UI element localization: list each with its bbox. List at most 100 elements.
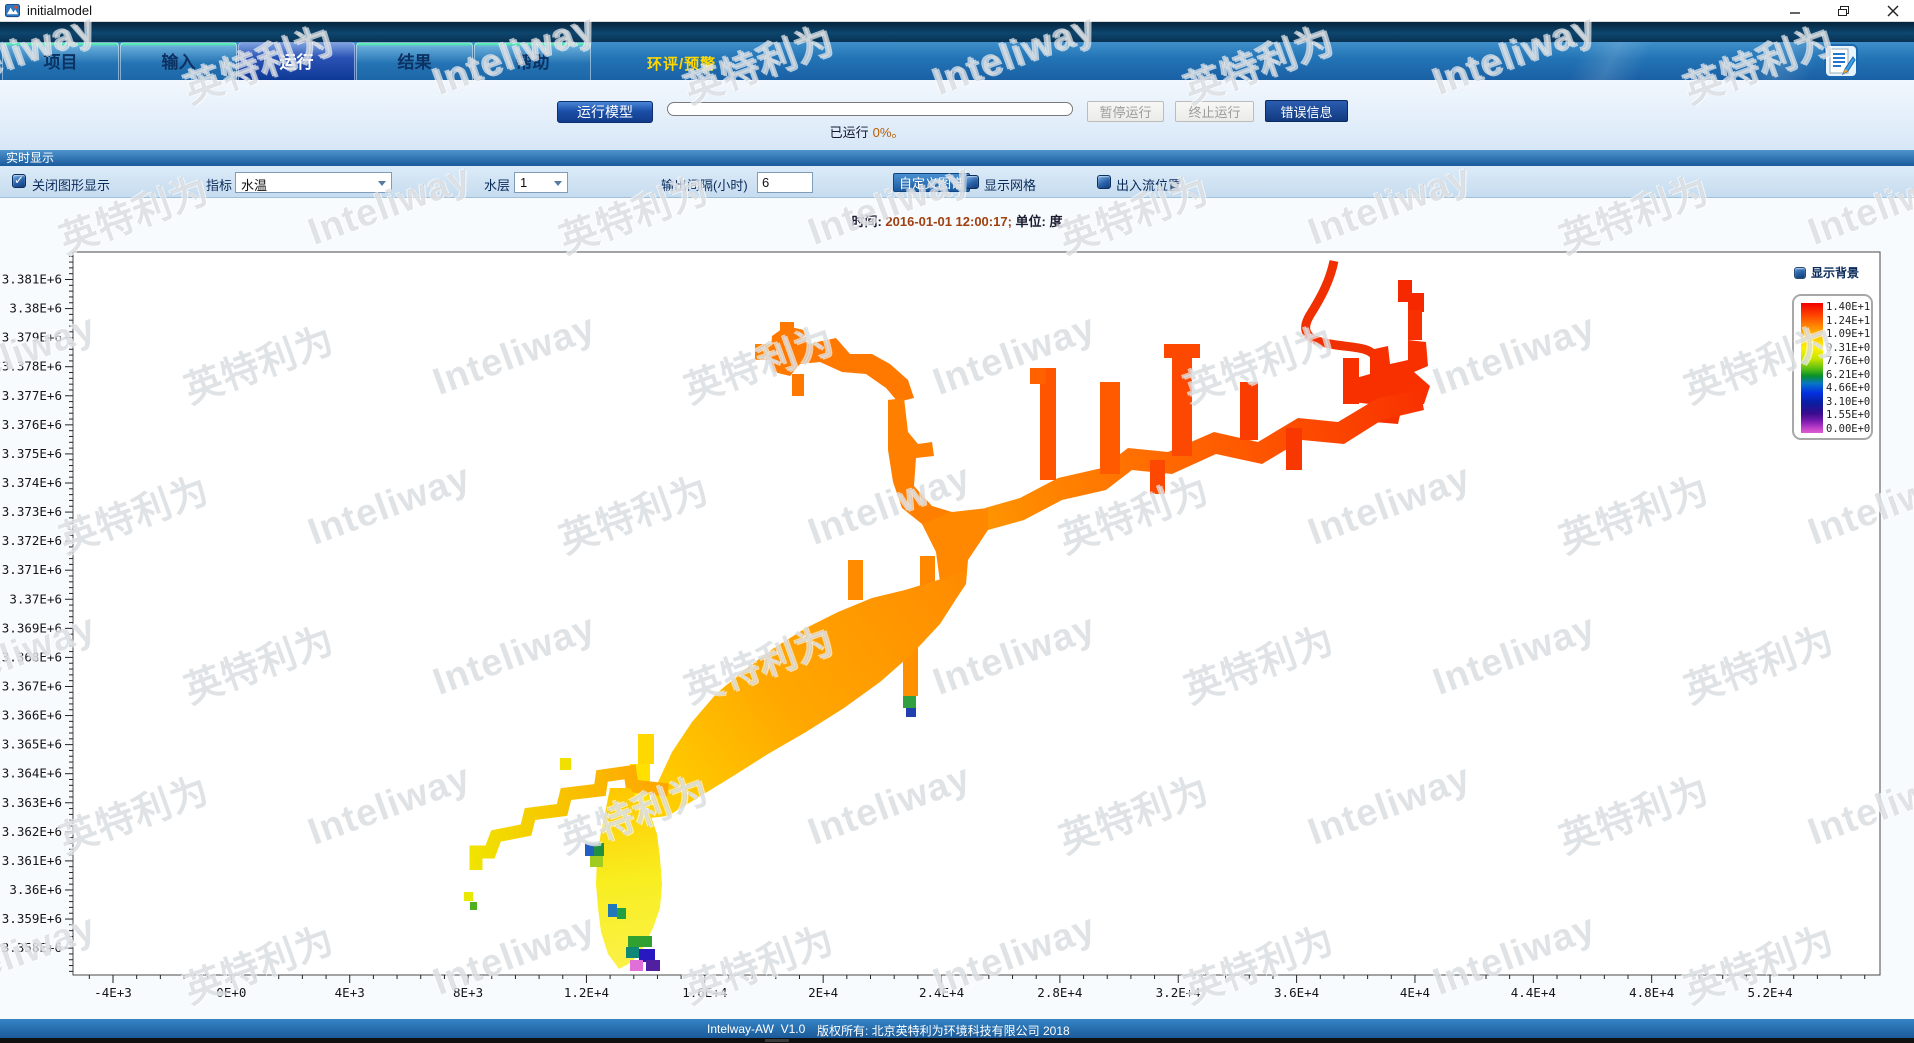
- plot-area: [73, 252, 1880, 975]
- map-region: [1408, 310, 1422, 340]
- map-region: [1164, 344, 1200, 358]
- temperature-map-plot: -4E+30E+04E+38E+31.2E+41.6E+42E+42.4E+42…: [0, 198, 1914, 1019]
- map-region: [646, 960, 660, 971]
- indicator-select[interactable]: 水温: [235, 172, 392, 193]
- legend-value-list: 1.40E+11.24E+11.09E+19.31E+07.76E+06.21E…: [1826, 301, 1874, 436]
- legend-value: 3.10E+0: [1826, 396, 1874, 410]
- restore-icon: [1837, 5, 1850, 17]
- run-status-text: 已运行 0%。: [760, 122, 974, 141]
- y-tick-label: 3.378E+6: [2, 359, 62, 374]
- chevron-down-icon: [554, 181, 562, 186]
- x-tick-label: 2.8E+4: [1037, 985, 1082, 1000]
- close-graphics-checkbox[interactable]: [12, 174, 26, 188]
- y-tick-label: 3.368E+6: [2, 649, 62, 664]
- realtime-display-header: 实时显示: [0, 150, 1914, 166]
- map-region: [630, 960, 643, 971]
- minimize-icon: [1789, 5, 1801, 17]
- legend-value: 4.66E+0: [1826, 382, 1874, 396]
- y-tick-label: 3.366E+6: [2, 708, 62, 723]
- menu-tab[interactable]: 结果: [356, 42, 473, 80]
- y-tick-label: 3.374E+6: [2, 475, 62, 490]
- stop-run-button[interactable]: 终止运行: [1175, 101, 1254, 122]
- inout-flow-checkbox[interactable]: [1097, 175, 1111, 189]
- x-tick-label: 8E+3: [453, 985, 483, 1000]
- map-region: [1286, 428, 1302, 470]
- y-tick-label: 3.363E+6: [2, 795, 62, 810]
- y-tick-label: 3.361E+6: [2, 853, 62, 868]
- run-model-button[interactable]: 运行模型: [557, 101, 653, 123]
- show-background-checkbox[interactable]: [1794, 267, 1806, 279]
- map-region: [590, 856, 603, 867]
- restore-button[interactable]: [1826, 0, 1860, 21]
- error-info-button[interactable]: 错误信息: [1265, 100, 1348, 122]
- ribbon-top-strip: [0, 22, 1914, 42]
- close-icon: [1887, 5, 1899, 17]
- y-tick-label: 3.38E+6: [9, 301, 62, 316]
- map-region: [1240, 382, 1258, 440]
- menu-tab[interactable]: 项目: [2, 42, 119, 80]
- map-region: [617, 908, 626, 919]
- x-tick-label: 2.4E+4: [919, 985, 964, 1000]
- x-tick-label: 3.2E+4: [1156, 985, 1201, 1000]
- run-status-percent: 0%。: [873, 125, 905, 140]
- legend-value: 1.40E+1: [1826, 301, 1874, 315]
- chart-content: 时间: 2016-01-01 12:00:17; 单位: 度 -4E+30E+0…: [0, 198, 1914, 1019]
- map-region: [594, 843, 604, 856]
- y-tick-label: 3.367E+6: [2, 678, 62, 693]
- menu-tab[interactable]: 输入: [120, 42, 237, 80]
- menu-tab[interactable]: 帮助: [474, 42, 591, 80]
- close-graphics-label: 关闭图形显示: [32, 175, 110, 194]
- x-tick-label: 4.8E+4: [1629, 985, 1674, 1000]
- layer-select[interactable]: 1: [514, 172, 568, 193]
- y-tick-label: 3.359E+6: [2, 911, 62, 926]
- app-icon: [5, 3, 20, 18]
- map-region: [792, 374, 804, 396]
- map-region: [1040, 368, 1056, 480]
- map-region: [470, 902, 477, 910]
- x-tick-label: 4E+4: [1400, 985, 1430, 1000]
- y-tick-label: 3.376E+6: [2, 417, 62, 432]
- y-tick-label: 3.381E+6: [2, 272, 62, 287]
- report-edit-icon[interactable]: [1824, 44, 1858, 78]
- legend-value: 0.00E+0: [1826, 423, 1874, 437]
- menu-ribbon: 项目输入运行结果帮助 环评/预警: [0, 42, 1914, 80]
- map-region: [848, 560, 863, 600]
- run-progress-bar: [667, 102, 1073, 116]
- window-title: initialmodel: [27, 3, 92, 18]
- show-grid-checkbox[interactable]: [965, 175, 979, 189]
- map-region: [906, 708, 916, 717]
- show-background-label: 显示背景: [1811, 264, 1859, 281]
- x-tick-label: 4.4E+4: [1511, 985, 1556, 1000]
- legend-value: 1.24E+1: [1826, 315, 1874, 329]
- x-tick-label: -4E+3: [94, 985, 132, 1000]
- map-region: [1030, 368, 1046, 384]
- chevron-down-icon: [378, 181, 386, 186]
- map-region: [1150, 460, 1165, 494]
- layer-label: 水层: [484, 175, 510, 194]
- pause-run-button[interactable]: 暂停运行: [1087, 101, 1164, 122]
- y-tick-label: 3.36E+6: [9, 882, 62, 897]
- y-tick-label: 3.365E+6: [2, 737, 62, 752]
- run-status-prefix: 已运行: [830, 125, 869, 140]
- x-tick-label: 5.2E+4: [1747, 985, 1792, 1000]
- minimize-button[interactable]: [1778, 0, 1812, 21]
- output-interval-input[interactable]: [757, 172, 813, 193]
- y-tick-label: 3.362E+6: [2, 824, 62, 839]
- realtime-controls: 关闭图形显示 指标 水温 水层 1 输出间隔(小时) 自定义图谱 显示网格 出入…: [0, 166, 1914, 198]
- map-region: [755, 344, 771, 360]
- x-tick-label: 3.6E+4: [1274, 985, 1319, 1000]
- title-bar: initialmodel: [0, 0, 1914, 22]
- menu-tab[interactable]: 运行: [238, 42, 355, 80]
- map-region: [1100, 382, 1120, 474]
- output-interval-label: 输出间隔(小时): [661, 175, 748, 194]
- map-region: [1343, 358, 1359, 404]
- y-tick-label: 3.369E+6: [2, 620, 62, 635]
- indicator-value: 水温: [241, 178, 267, 193]
- close-button[interactable]: [1876, 0, 1910, 21]
- map-region: [608, 904, 617, 917]
- x-tick-label: 1.2E+4: [564, 985, 609, 1000]
- y-tick-label: 3.371E+6: [2, 562, 62, 577]
- legend-value: 6.21E+0: [1826, 369, 1874, 383]
- y-tick-label: 3.377E+6: [2, 388, 62, 403]
- custom-palette-button[interactable]: 自定义图谱: [893, 173, 970, 192]
